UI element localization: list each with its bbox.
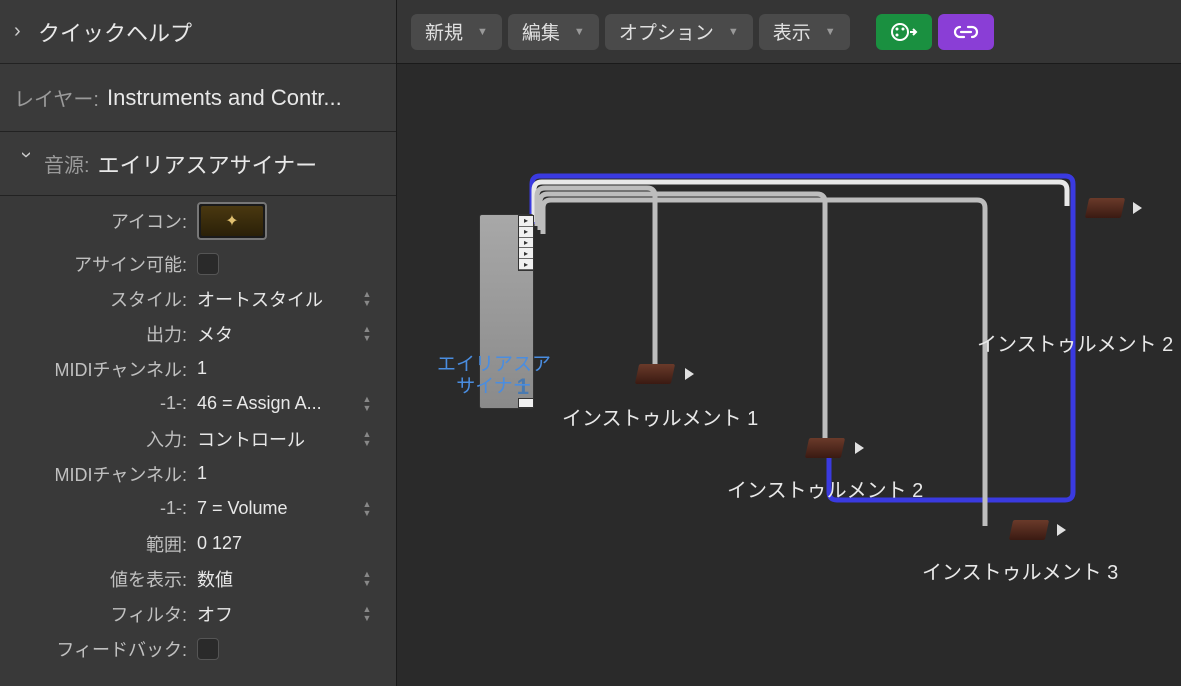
prop-minus1-a-label: -1-: bbox=[0, 393, 197, 414]
prop-display-label: 値を表示: bbox=[0, 566, 197, 592]
alias-assigner-label: エイリアスアサイナー bbox=[429, 354, 559, 398]
environment-main: 新規▼ 編集▼ オプション▼ 表示▼ ▸▸▸▸▸ 1 bbox=[397, 0, 1181, 686]
prop-style-value: オートスタイル bbox=[197, 286, 323, 312]
assignable-checkbox[interactable] bbox=[197, 253, 219, 275]
chevron-down-icon: › bbox=[15, 152, 38, 176]
stepper-icon[interactable]: ▲▼ bbox=[360, 393, 374, 415]
layer-value: Instruments and Contr... bbox=[107, 85, 342, 111]
chevron-right-icon: › bbox=[14, 20, 38, 43]
source-value: エイリアスアサイナー bbox=[98, 148, 318, 180]
option-label: オプション bbox=[619, 18, 714, 45]
prop-range-value: 0 127 bbox=[197, 533, 242, 554]
new-menu-button[interactable]: 新規 ▼ bbox=[411, 14, 502, 50]
environment-canvas[interactable]: ▸▸▸▸▸ 1 エイリアスアサイナー インストゥルメント 1 インストゥルメント… bbox=[397, 64, 1181, 686]
link-button[interactable] bbox=[938, 14, 994, 50]
prop-style-label: スタイル: bbox=[0, 286, 197, 312]
node-port-column: ▸▸▸▸▸ bbox=[518, 215, 534, 271]
play-triangle-icon bbox=[1057, 524, 1066, 536]
prop-style[interactable]: スタイル: オートスタイル ▲▼ bbox=[0, 281, 396, 316]
prop-assignable-label: アサイン可能: bbox=[0, 251, 197, 277]
prop-midi-label: MIDIチャンネル: bbox=[0, 356, 197, 382]
prop-midi-channel-1[interactable]: MIDIチャンネル: 1 bbox=[0, 351, 396, 386]
link-icon bbox=[953, 23, 979, 41]
toolbar: 新規 ▼ 編集 ▼ オプション ▼ 表示 ▼ bbox=[397, 0, 1181, 64]
prop-midi-value: 1 bbox=[197, 358, 207, 379]
inspector-sidebar: › クイックヘルプ レイヤー: Instruments and Contr...… bbox=[0, 0, 397, 686]
node-resize-handle[interactable] bbox=[518, 398, 534, 408]
palette-icon bbox=[890, 22, 918, 42]
quick-help-title: クイックヘルプ bbox=[38, 16, 192, 48]
prop-input[interactable]: 入力: コントロール ▲▼ bbox=[0, 421, 396, 456]
source-label: 音源: bbox=[44, 149, 90, 178]
prop-display-value[interactable]: 値を表示: 数値 ▲▼ bbox=[0, 561, 396, 596]
prop-assignable: アサイン可能: bbox=[0, 246, 396, 281]
feedback-checkbox[interactable] bbox=[197, 638, 219, 660]
instrument-2-label: インストゥルメント 2 bbox=[727, 474, 923, 503]
prop-output-label: 出力: bbox=[0, 321, 197, 347]
prop-range-label: 範囲: bbox=[0, 531, 197, 557]
prop-output-value: メタ bbox=[197, 321, 233, 347]
stepper-icon[interactable]: ▲▼ bbox=[360, 603, 374, 625]
property-list: アイコン: ✦ アサイン可能: スタイル: オートスタイル ▲▼ 出力: メタ ▲▼… bbox=[0, 196, 396, 686]
chevron-down-icon: ▼ bbox=[825, 26, 836, 38]
play-triangle-icon bbox=[685, 368, 694, 380]
layer-row[interactable]: レイヤー: Instruments and Contr... bbox=[0, 64, 396, 132]
prop-icon: アイコン: ✦ bbox=[0, 196, 396, 246]
prop-minus1-a[interactable]: -1-: 46 = Assign A... ▲▼ bbox=[0, 386, 396, 421]
instrument-3-label: インストゥルメント 3 bbox=[922, 556, 1118, 585]
prop-minus1-b-value: 7 = Volume bbox=[197, 498, 288, 519]
stepper-icon[interactable]: ▲▼ bbox=[360, 323, 374, 345]
prop-display-value-val: 数値 bbox=[197, 566, 233, 592]
prop-filter[interactable]: フィルタ: オフ ▲▼ bbox=[0, 596, 396, 631]
instrument-icon[interactable] bbox=[805, 438, 845, 458]
edit-menu-button[interactable]: 編集 ▼ bbox=[508, 14, 599, 50]
option-menu-button[interactable]: オプション ▼ bbox=[605, 14, 753, 50]
chevron-down-icon: ▼ bbox=[728, 26, 739, 38]
prop-midi2-label: MIDIチャンネル: bbox=[0, 461, 197, 487]
chevron-down-icon: ▼ bbox=[574, 26, 585, 38]
prop-minus1-b-label: -1-: bbox=[0, 498, 197, 519]
color-palette-button[interactable] bbox=[876, 14, 932, 50]
prop-input-label: 入力: bbox=[0, 426, 197, 452]
instrument-icon[interactable] bbox=[1085, 198, 1125, 218]
view-menu-button[interactable]: 表示 ▼ bbox=[759, 14, 850, 50]
prop-output[interactable]: 出力: メタ ▲▼ bbox=[0, 316, 396, 351]
new-label: 新規 bbox=[425, 18, 463, 45]
prop-icon-label: アイコン: bbox=[0, 208, 197, 234]
layer-label: レイヤー: bbox=[14, 83, 99, 112]
prop-minus1-b[interactable]: -1-: 7 = Volume ▲▼ bbox=[0, 491, 396, 526]
source-header[interactable]: › 音源: エイリアスアサイナー bbox=[0, 132, 396, 196]
instrument-1-label: インストゥルメント 1 bbox=[562, 402, 758, 431]
chevron-down-icon: ▼ bbox=[477, 26, 488, 38]
instrument-icon[interactable] bbox=[635, 364, 675, 384]
prop-filter-value: オフ bbox=[197, 601, 233, 627]
stepper-icon[interactable]: ▲▼ bbox=[360, 288, 374, 310]
prop-midi-channel-2[interactable]: MIDIチャンネル: 1 bbox=[0, 456, 396, 491]
prop-minus1-a-value: 46 = Assign A... bbox=[197, 393, 322, 414]
stepper-icon[interactable]: ▲▼ bbox=[360, 498, 374, 520]
prop-filter-label: フィルタ: bbox=[0, 601, 197, 627]
stepper-icon[interactable]: ▲▼ bbox=[360, 568, 374, 590]
prop-range[interactable]: 範囲: 0 127 bbox=[0, 526, 396, 561]
icon-thumbnail[interactable]: ✦ bbox=[197, 202, 267, 240]
play-triangle-icon bbox=[855, 442, 864, 454]
instrument-icon[interactable] bbox=[1009, 520, 1049, 540]
prop-feedback: フィードバック: bbox=[0, 631, 396, 666]
prop-midi2-value: 1 bbox=[197, 463, 207, 484]
instrument-2b-label: インストゥルメント 2 bbox=[977, 328, 1173, 357]
view-label: 表示 bbox=[773, 18, 811, 45]
prop-feedback-label: フィードバック: bbox=[0, 636, 197, 662]
stepper-icon[interactable]: ▲▼ bbox=[360, 428, 374, 450]
prop-input-value: コントロール bbox=[197, 426, 305, 452]
edit-label: 編集 bbox=[522, 18, 560, 45]
quick-help-header[interactable]: › クイックヘルプ bbox=[0, 0, 396, 64]
play-triangle-icon bbox=[1133, 202, 1142, 214]
